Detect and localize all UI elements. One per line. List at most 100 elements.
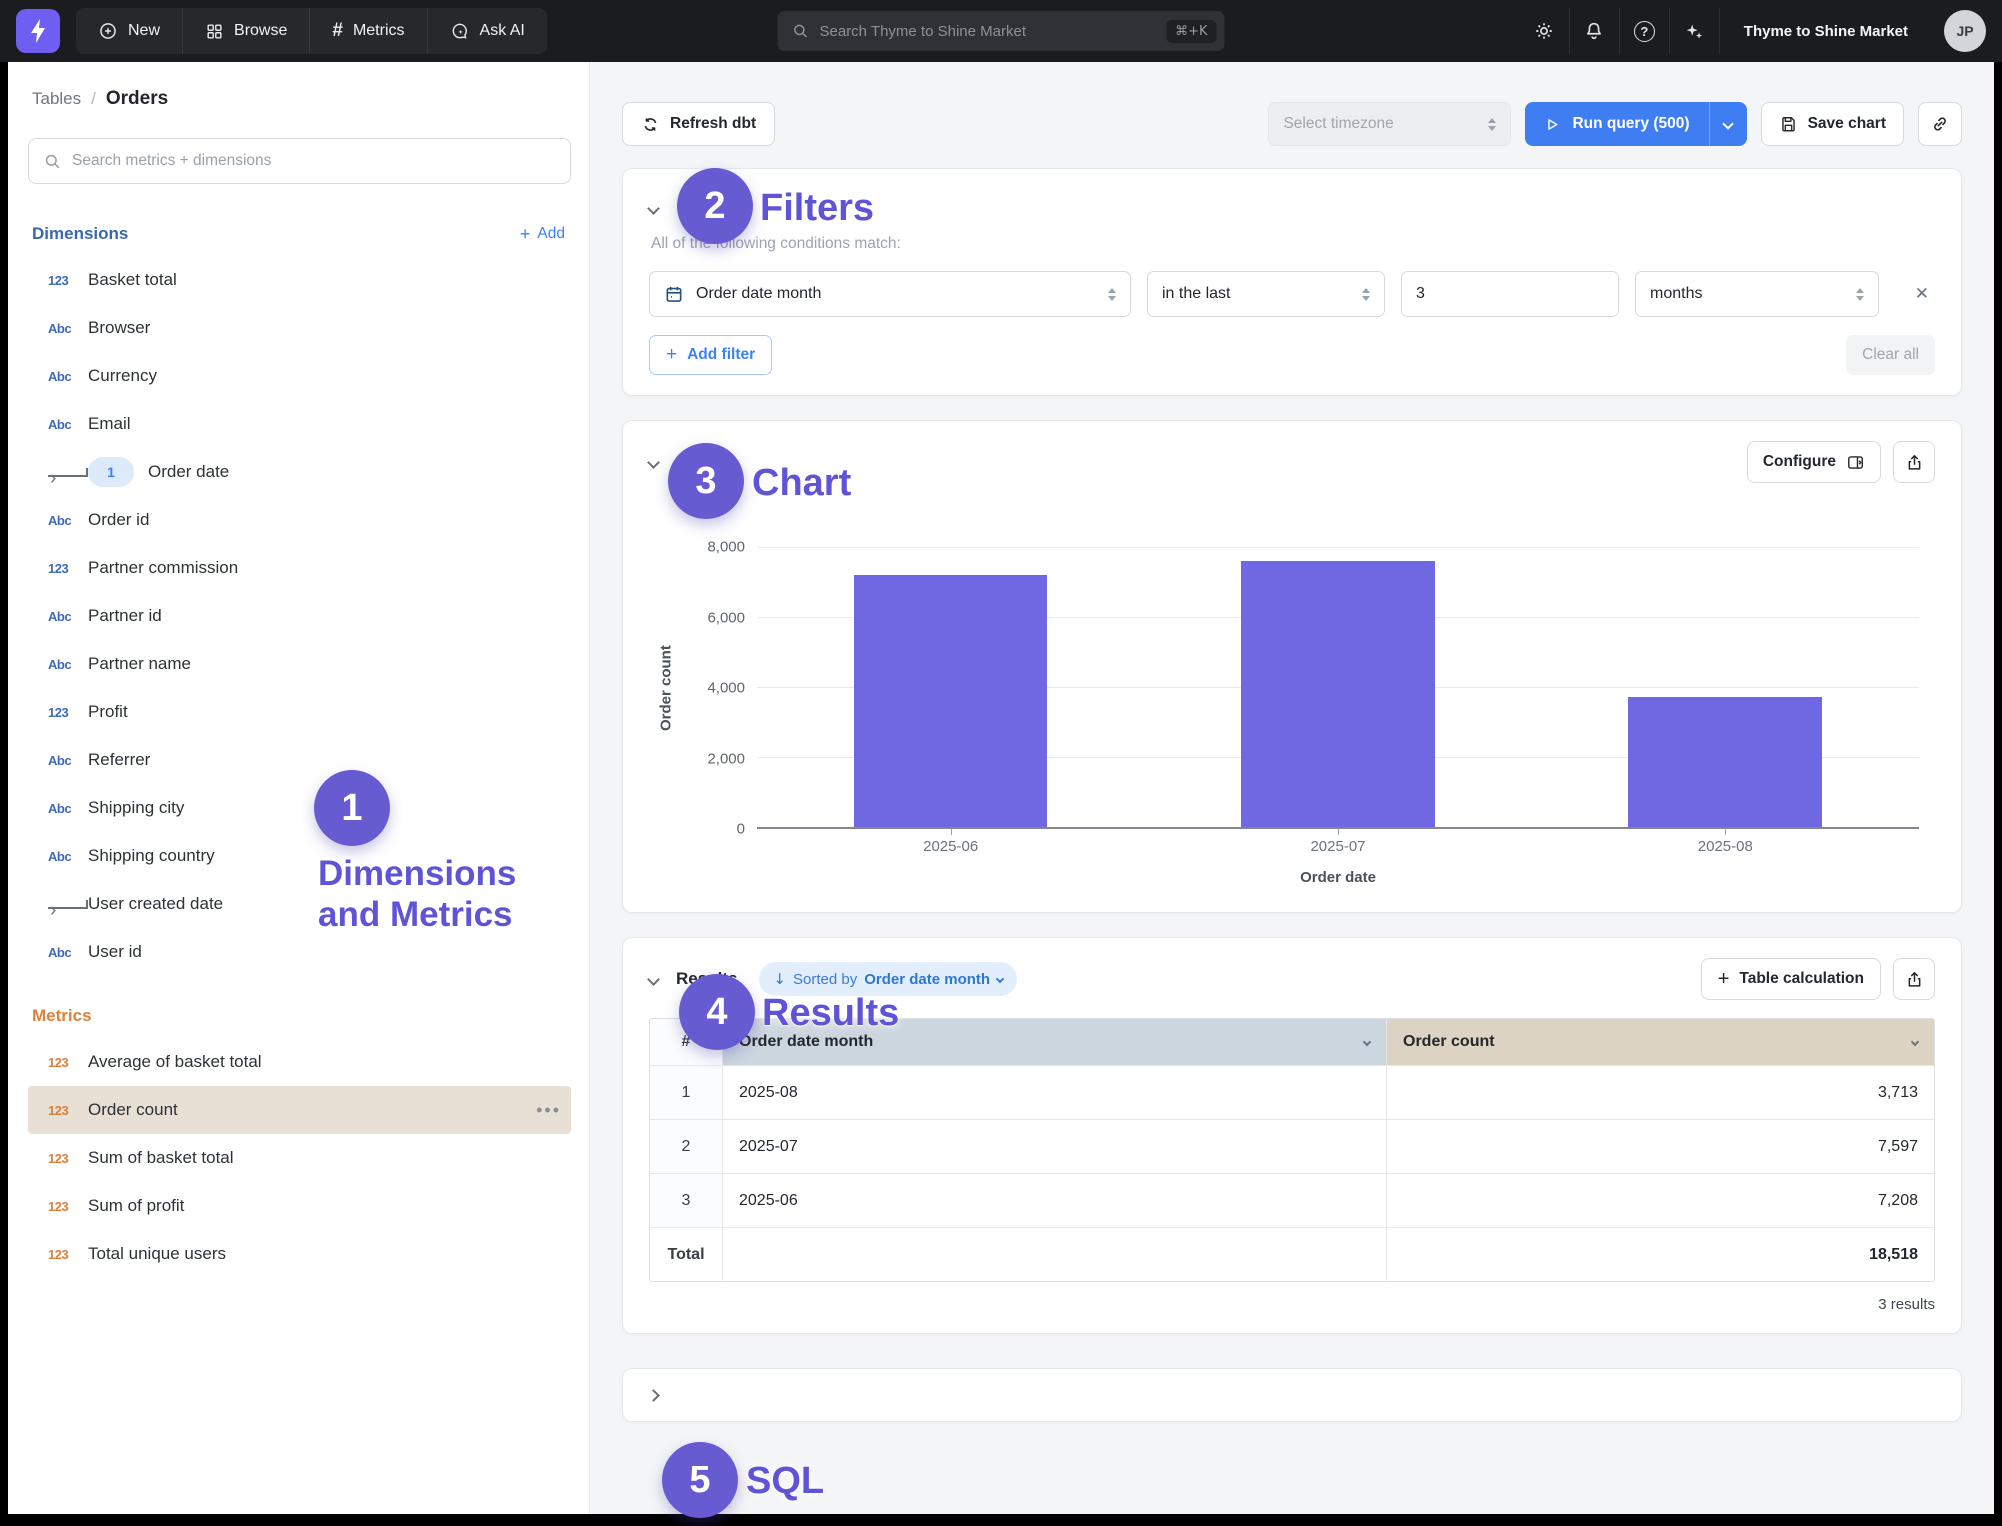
metrics-list: 123 Average of basket total ••• 123 Orde…	[28, 1038, 571, 1278]
dimension-item[interactable]: › User created date	[28, 880, 571, 928]
metric-label: Sum of basket total	[88, 1148, 234, 1168]
table-calculation-button[interactable]: + Table calculation	[1701, 958, 1881, 1000]
table-row[interactable]: 3 2025-06 7,208	[650, 1173, 1934, 1227]
chat-sparkle-icon	[450, 21, 470, 41]
field-type-icon: 123	[48, 1151, 88, 1166]
notifications-button[interactable]	[1569, 8, 1619, 54]
save-chart-button[interactable]: Save chart	[1761, 102, 1904, 146]
dimension-item[interactable]: Abc Browser	[28, 304, 571, 352]
settings-button[interactable]	[1519, 8, 1569, 54]
dimension-item[interactable]: Abc User id	[28, 928, 571, 976]
chart-bars	[757, 547, 1919, 827]
timezone-placeholder: Select timezone	[1283, 115, 1393, 133]
filter-operator-select[interactable]: in the last	[1147, 271, 1385, 317]
sorted-prefix: Sorted by	[793, 971, 857, 988]
run-query-button[interactable]: Run query (500)	[1525, 102, 1746, 146]
column-header-count[interactable]: Order count	[1386, 1019, 1934, 1065]
dimension-item[interactable]: › 1 Order date	[28, 448, 571, 496]
app-logo[interactable]	[16, 9, 60, 53]
metric-item[interactable]: 123 Total unique users •••	[28, 1230, 571, 1278]
metric-item[interactable]: 123 Average of basket total •••	[28, 1038, 571, 1086]
dimension-item[interactable]: 123 Partner commission	[28, 544, 571, 592]
share-link-button[interactable]	[1918, 102, 1962, 146]
run-query-main[interactable]: Run query (500)	[1525, 102, 1708, 146]
more-icon[interactable]: •••	[536, 1100, 561, 1121]
dimension-item[interactable]: 123 Basket total	[28, 256, 571, 304]
avatar[interactable]: JP	[1944, 10, 1986, 52]
dimension-label: Basket total	[88, 270, 177, 290]
table-calculation-label: Table calculation	[1739, 970, 1864, 988]
dimension-item[interactable]: Abc Partner id	[28, 592, 571, 640]
field-type-icon: Abc	[48, 321, 88, 336]
run-query-label: Run query (500)	[1572, 115, 1689, 133]
org-switcher[interactable]: Thyme to Shine Market	[1719, 8, 1932, 54]
global-search[interactable]: ⌘+K	[778, 11, 1225, 51]
dimension-item[interactable]: Abc Shipping country	[28, 832, 571, 880]
fields-search[interactable]	[28, 138, 571, 184]
share-icon	[1905, 453, 1924, 472]
timezone-select[interactable]: Select timezone	[1268, 102, 1511, 146]
plus-circle-icon	[98, 21, 118, 41]
sql-section[interactable]	[622, 1368, 1962, 1422]
remove-filter-button[interactable]: ✕	[1915, 284, 1929, 304]
export-results-button[interactable]	[1893, 958, 1935, 1000]
chevron-down-icon[interactable]	[1911, 1038, 1919, 1046]
dimension-item[interactable]: Abc Email	[28, 400, 571, 448]
dimension-label: Shipping country	[88, 846, 215, 866]
dimension-item[interactable]: Abc Partner name	[28, 640, 571, 688]
dimension-item[interactable]: Abc Referrer	[28, 736, 571, 784]
field-type-icon: 123	[48, 1055, 88, 1070]
clear-all-button[interactable]: Clear all	[1846, 335, 1935, 375]
collapse-icon[interactable]	[647, 973, 660, 986]
dimension-item[interactable]: Abc Shipping city	[28, 784, 571, 832]
refresh-dbt-button[interactable]: Refresh dbt	[622, 102, 775, 146]
collapse-icon[interactable]	[647, 202, 660, 215]
chart-header: Configure	[649, 441, 1935, 483]
dimension-item[interactable]: Abc Order id	[28, 496, 571, 544]
run-query-options-button[interactable]	[1709, 102, 1747, 146]
filter-field-select[interactable]: Order date month	[649, 271, 1131, 317]
ask-ai-button[interactable]: Ask AI	[427, 8, 547, 54]
filters-header[interactable]	[649, 189, 1935, 227]
add-filter-button[interactable]: + Add filter	[649, 335, 772, 375]
breadcrumb-tables[interactable]: Tables	[32, 89, 81, 109]
dimension-label: Currency	[88, 366, 157, 386]
table-row[interactable]: 2 2025-07 7,597	[650, 1119, 1934, 1173]
add-dimension-button[interactable]: + Add	[520, 225, 565, 243]
filters-section: All of the following conditions match: O…	[622, 168, 1962, 396]
date-cell: 2025-06	[722, 1174, 1386, 1227]
select-chevrons-icon	[1108, 288, 1116, 301]
table-header-row: # Order date month Order count	[650, 1019, 1934, 1065]
column-header-date[interactable]: Order date month	[722, 1019, 1386, 1065]
new-button[interactable]: New	[76, 8, 182, 54]
metric-item[interactable]: 123 Sum of profit •••	[28, 1182, 571, 1230]
configure-button[interactable]: Configure	[1747, 441, 1881, 483]
expand-icon[interactable]	[647, 1389, 660, 1402]
chevron-down-icon[interactable]	[1363, 1038, 1371, 1046]
global-search-input[interactable]	[820, 23, 1167, 40]
filter-unit-select[interactable]: months	[1635, 271, 1879, 317]
metrics-header: Metrics	[28, 1006, 571, 1026]
metric-item[interactable]: 123 Order count •••	[28, 1086, 571, 1134]
whats-new-button[interactable]	[1669, 8, 1719, 54]
help-icon: ?	[1634, 21, 1655, 42]
table-row[interactable]: 1 2025-08 3,713	[650, 1065, 1934, 1119]
field-type-icon: Abc	[48, 609, 88, 624]
help-button[interactable]: ?	[1619, 8, 1669, 54]
metric-item[interactable]: 123 Sum of basket total •••	[28, 1134, 571, 1182]
nav-label: Ask AI	[480, 22, 525, 40]
count-cell: 7,208	[1386, 1174, 1934, 1227]
sorted-by-badge[interactable]: ↓ Sorted by Order date month	[759, 962, 1017, 996]
dimension-item[interactable]: 123 Profit	[28, 688, 571, 736]
fields-search-input[interactable]	[72, 152, 556, 170]
export-chart-button[interactable]	[1893, 441, 1935, 483]
sort-direction-icon: ↓	[773, 970, 786, 988]
collapse-icon[interactable]	[647, 456, 660, 469]
link-icon	[1930, 114, 1950, 134]
keyboard-shortcut-badge: ⌘+K	[1166, 20, 1216, 43]
filter-value-input[interactable]	[1402, 272, 1619, 316]
dimension-item[interactable]: Abc Currency	[28, 352, 571, 400]
metrics-button[interactable]: # Metrics	[309, 8, 426, 54]
browse-button[interactable]: Browse	[182, 8, 309, 54]
total-label-cell: Total	[650, 1228, 722, 1281]
